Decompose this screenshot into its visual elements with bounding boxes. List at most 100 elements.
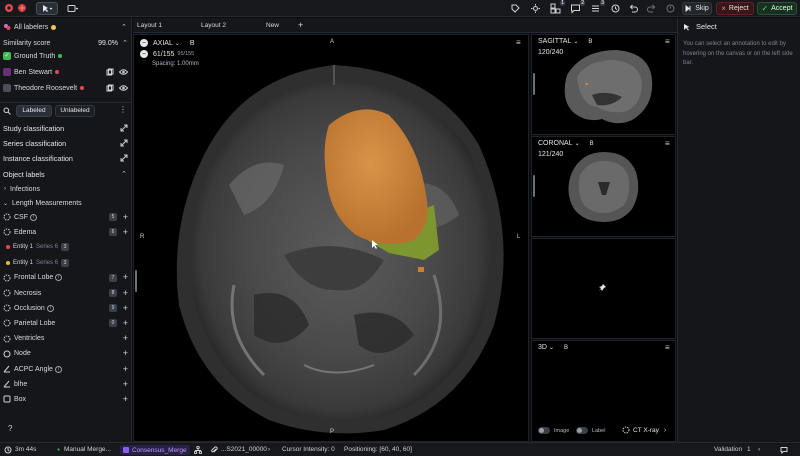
comment-icon[interactable]: 2	[570, 0, 585, 14]
object-label-item[interactable]: Parietal Lobe 0 +	[0, 316, 132, 330]
plane-chevron-icon[interactable]: ⌄	[575, 140, 580, 147]
object-label-item[interactable]: Box +	[0, 392, 132, 406]
manual-merge-label[interactable]: Manual Merge...	[64, 446, 111, 453]
skip-button[interactable]: Skip	[682, 2, 712, 15]
tab-unlabeled[interactable]: Unlabeled	[55, 105, 95, 117]
cursor-tool-button[interactable]	[36, 2, 58, 15]
similarity-chevron-icon[interactable]: ⌃	[122, 39, 128, 47]
study-classification-row[interactable]: Study classification	[0, 121, 132, 135]
viewport-menu-icon[interactable]: ≡	[665, 37, 670, 46]
add-label-icon[interactable]: +	[123, 273, 128, 282]
coronal-viewport[interactable]: CORONAL ⌄ B 121/240 ≡	[531, 136, 676, 237]
add-label-icon[interactable]: +	[123, 364, 128, 374]
hierarchy-icon[interactable]	[194, 446, 202, 454]
group-infections[interactable]: › Infections	[0, 182, 132, 196]
image-toggle-switch[interactable]	[538, 427, 550, 434]
slice-scrollbar[interactable]	[135, 270, 137, 292]
empty-viewport[interactable]	[531, 238, 676, 339]
info-icon[interactable]: i	[30, 213, 37, 221]
axial-viewport[interactable]: – AXIAL ⌄ B – 61/155 95/155 Spacing: 1.0…	[133, 34, 529, 442]
layout-tool-button[interactable]	[64, 2, 82, 15]
object-label-item[interactable]: Entity 1 Series 63	[0, 240, 132, 254]
object-labels-header[interactable]: Object labels ⌃	[0, 167, 132, 181]
study-chevron-icon[interactable]: ›	[268, 446, 270, 453]
search-icon[interactable]	[3, 107, 11, 115]
label-toggle-switch[interactable]	[576, 427, 588, 434]
redo-icon[interactable]	[646, 3, 657, 14]
tab-labeled[interactable]: Labeled	[16, 105, 52, 117]
tab-layout-1[interactable]: Layout 1	[137, 22, 162, 29]
validation-chevron-icon[interactable]: ›	[758, 446, 760, 453]
object-label-item[interactable]: Entity 1 Series 63	[0, 256, 132, 270]
plane-label[interactable]: 3D	[538, 344, 547, 351]
image-toggle[interactable]: Image	[538, 427, 569, 434]
slice-scrollbar[interactable]	[533, 73, 535, 95]
object-label-item[interactable]: CSF i 5 +	[0, 210, 132, 224]
timer-icon[interactable]	[665, 3, 676, 14]
eye-icon[interactable]	[119, 84, 128, 92]
info-icon[interactable]: i	[46, 304, 54, 312]
validation-label[interactable]: Validation	[714, 446, 742, 453]
series-classification-row[interactable]: Series classification	[0, 136, 132, 150]
expand-icon[interactable]	[120, 139, 128, 147]
collapse-icon[interactable]: –	[140, 50, 148, 58]
add-label-icon[interactable]: +	[123, 379, 128, 389]
plane-label[interactable]: AXIAL	[153, 40, 173, 47]
object-label-item[interactable]: Ventricles +	[0, 332, 132, 346]
tag-icon[interactable]	[510, 3, 521, 14]
labeler-ben-stewart[interactable]: Ben Stewart	[0, 65, 132, 79]
plane-label[interactable]: SAGITTAL	[538, 38, 571, 45]
add-label-icon[interactable]: +	[123, 394, 128, 404]
help-icon[interactable]: ?	[8, 424, 12, 433]
add-tab-icon[interactable]: +	[298, 20, 303, 30]
add-label-icon[interactable]: +	[123, 212, 128, 222]
study-id[interactable]: ...S2021_00000	[221, 446, 267, 453]
object-label-item[interactable]: Necrosis 8 +	[0, 286, 132, 300]
collapse-icon[interactable]: –	[140, 39, 148, 47]
group-length-measurements[interactable]: ⌄ Length Measurements	[0, 196, 132, 210]
object-label-item[interactable]: ACPC Angle i +	[0, 362, 132, 376]
slice-scrollbar[interactable]	[533, 175, 535, 197]
viewport-menu-icon[interactable]: ≡	[665, 139, 670, 148]
expand-icon[interactable]	[120, 124, 128, 132]
object-label-item[interactable]: Occlusion i 9 +	[0, 301, 132, 315]
undo-icon[interactable]	[628, 3, 639, 14]
more-options-icon[interactable]: ⋮	[119, 105, 127, 114]
plane-chevron-icon[interactable]: ⌄	[175, 40, 180, 47]
accept-button[interactable]: ✓ Accept	[757, 2, 797, 15]
add-label-icon[interactable]: +	[123, 334, 128, 343]
attachment-icon[interactable]	[210, 446, 218, 454]
sagittal-viewport[interactable]: SAGITTAL ⌄ B 120/240 ≡	[531, 34, 676, 135]
collapse-chevron-icon[interactable]: ⌃	[121, 170, 127, 178]
expand-icon[interactable]	[120, 154, 128, 162]
brightness-icon[interactable]	[530, 3, 541, 14]
all-labelers-selector[interactable]: All labelers ⌃	[0, 20, 132, 34]
viewport-menu-icon[interactable]: ≡	[665, 343, 670, 352]
segments-icon[interactable]: 1	[550, 0, 565, 14]
tab-new[interactable]: New	[266, 22, 279, 29]
labeler-ground-truth[interactable]: ✓ Ground Truth	[0, 49, 132, 63]
eye-icon[interactable]	[119, 68, 128, 76]
consensus-badge[interactable]: Consensus_Merge	[120, 445, 190, 455]
preset-selector[interactable]: CT X-ray ›	[622, 426, 666, 434]
plane-chevron-icon[interactable]: ⌄	[573, 38, 578, 45]
instance-classification-row[interactable]: Instance classification	[0, 151, 132, 165]
copy-icon[interactable]	[106, 84, 114, 92]
plane-label[interactable]: CORONAL	[538, 140, 573, 147]
labeler-theodore-roosevelt[interactable]: Theodore Roosevelt	[0, 81, 132, 95]
collapse-chevron-icon[interactable]: ⌃	[121, 23, 127, 31]
plane-chevron-icon[interactable]: ⌄	[549, 344, 554, 351]
3d-viewport[interactable]: 3D ⌄ B ≡ Image Label CT X-ray ›	[531, 340, 676, 442]
chat-icon[interactable]	[780, 446, 788, 454]
history-icon[interactable]	[610, 3, 621, 14]
tab-layout-2[interactable]: Layout 2	[201, 22, 226, 29]
add-label-icon[interactable]: +	[123, 288, 128, 298]
viewport-menu-icon[interactable]: ≡	[516, 38, 521, 47]
object-label-item[interactable]: Edema 6 +	[0, 225, 132, 239]
reject-button[interactable]: × Reject	[716, 2, 754, 15]
object-label-item[interactable]: Node +	[0, 347, 132, 361]
copy-icon[interactable]	[106, 68, 114, 76]
object-label-item[interactable]: Frontal Lobe i 7 +	[0, 271, 132, 285]
object-label-item[interactable]: blhe +	[0, 377, 132, 391]
label-toggle[interactable]: Label	[576, 427, 605, 434]
